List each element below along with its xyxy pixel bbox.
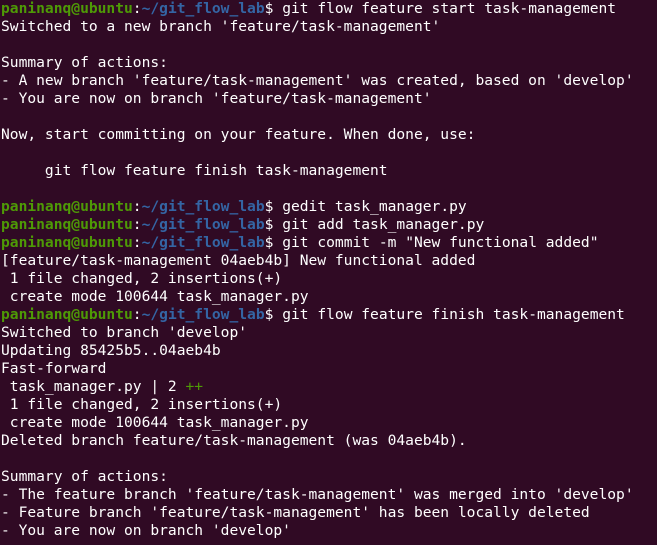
prompt-colon: : [132, 216, 142, 233]
prompt-path: ~/git_flow_lab [141, 0, 265, 17]
output-line: 1 file changed, 2 insertions(+) [1, 396, 657, 414]
output-text: Summary of actions: [1, 468, 168, 485]
output-text: Summary of actions: [1, 54, 168, 71]
prompt-path: ~/git_flow_lab [141, 216, 265, 233]
prompt-user-host: paninanq@ubuntu [1, 216, 133, 233]
output-line: Summary of actions: [1, 54, 657, 72]
output-line: - A new branch 'feature/task-management'… [1, 72, 657, 90]
prompt-colon: : [132, 306, 142, 323]
output-line: Summary of actions: [1, 468, 657, 486]
output-text: - You are now on branch 'feature/task-ma… [1, 90, 432, 107]
output-text: create mode 100644 task_manager.py [1, 288, 309, 305]
output-line: Now, start committing on your feature. W… [1, 126, 657, 144]
prompt-user-host: paninanq@ubuntu [1, 198, 133, 215]
command-text: git flow feature start task-management [282, 0, 617, 17]
output-text: - The feature branch 'feature/task-manag… [1, 486, 634, 503]
output-text: Fast-forward [1, 360, 107, 377]
prompt-line: paninanq@ubuntu:~/git_flow_lab$ git add … [1, 216, 657, 234]
output-text: - A new branch 'feature/task-management'… [1, 72, 634, 89]
prompt-path: ~/git_flow_lab [141, 306, 265, 323]
output-text: - Feature branch 'feature/task-managemen… [1, 504, 590, 521]
output-line: create mode 100644 task_manager.py [1, 288, 657, 306]
output-line: Updating 85425b5..04aeb4b [1, 342, 657, 360]
prompt-user-host: paninanq@ubuntu [1, 306, 133, 323]
diffstat-plus: ++ [185, 378, 204, 395]
output-text: [feature/task-management 04aeb4b] New fu… [1, 252, 476, 269]
prompt-line: paninanq@ubuntu:~/git_flow_lab$ git flow… [1, 0, 657, 18]
output-text: Now, start committing on your feature. W… [1, 126, 476, 143]
output-text: git flow feature finish task-management [1, 162, 388, 179]
command-text: git add task_manager.py [282, 216, 485, 233]
prompt-symbol: $ [264, 306, 283, 323]
output-line: - The feature branch 'feature/task-manag… [1, 486, 657, 504]
prompt-user-host: paninanq@ubuntu [1, 0, 133, 17]
output-line: git flow feature finish task-management [1, 162, 657, 180]
prompt-line: paninanq@ubuntu:~/git_flow_lab$ git flow… [1, 306, 657, 324]
output-text: Switched to a new branch 'feature/task-m… [1, 18, 441, 35]
diffstat-line: task_manager.py | 2 ++ [1, 378, 657, 396]
prompt-symbol: $ [264, 216, 283, 233]
output-text: - You are now on branch 'develop' [1, 522, 291, 539]
output-text: 1 file changed, 2 insertions(+) [1, 270, 283, 287]
output-line: - You are now on branch 'develop' [1, 522, 657, 540]
output-text: Deleted branch feature/task-management (… [1, 432, 467, 449]
output-line: Deleted branch feature/task-management (… [1, 432, 657, 450]
prompt-user-host: paninanq@ubuntu [1, 234, 133, 251]
prompt-line: paninanq@ubuntu:~/git_flow_lab$ git comm… [1, 234, 657, 252]
prompt-path: ~/git_flow_lab [141, 234, 265, 251]
prompt-symbol: $ [264, 198, 283, 215]
terminal-window[interactable]: paninanq@ubuntu:~/git_flow_lab$ git flow… [0, 0, 657, 545]
prompt-colon: : [132, 198, 142, 215]
output-text: Updating 85425b5..04aeb4b [1, 342, 221, 359]
output-line: Fast-forward [1, 360, 657, 378]
output-line: create mode 100644 task_manager.py [1, 414, 657, 432]
prompt-colon: : [132, 234, 142, 251]
command-text: gedit task_manager.py [282, 198, 467, 215]
command-text: git commit -m "New functional added" [282, 234, 599, 251]
output-line: [feature/task-management 04aeb4b] New fu… [1, 252, 657, 270]
output-line: 1 file changed, 2 insertions(+) [1, 270, 657, 288]
output-line: Switched to a new branch 'feature/task-m… [1, 18, 657, 36]
output-text: Switched to branch 'develop' [1, 324, 248, 341]
command-text: git flow feature finish task-management [282, 306, 625, 323]
prompt-symbol: $ [264, 234, 283, 251]
prompt-symbol: $ [264, 0, 283, 17]
output-line: - Feature branch 'feature/task-managemen… [1, 504, 657, 522]
output-line: - You are now on branch 'feature/task-ma… [1, 90, 657, 108]
output-line: Switched to branch 'develop' [1, 324, 657, 342]
prompt-line: paninanq@ubuntu:~/git_flow_lab$ gedit ta… [1, 198, 657, 216]
prompt-colon: : [132, 0, 142, 17]
diffstat-text: task_manager.py | 2 [1, 378, 186, 395]
prompt-path: ~/git_flow_lab [141, 198, 265, 215]
output-text: 1 file changed, 2 insertions(+) [1, 396, 283, 413]
output-text: create mode 100644 task_manager.py [1, 414, 309, 431]
